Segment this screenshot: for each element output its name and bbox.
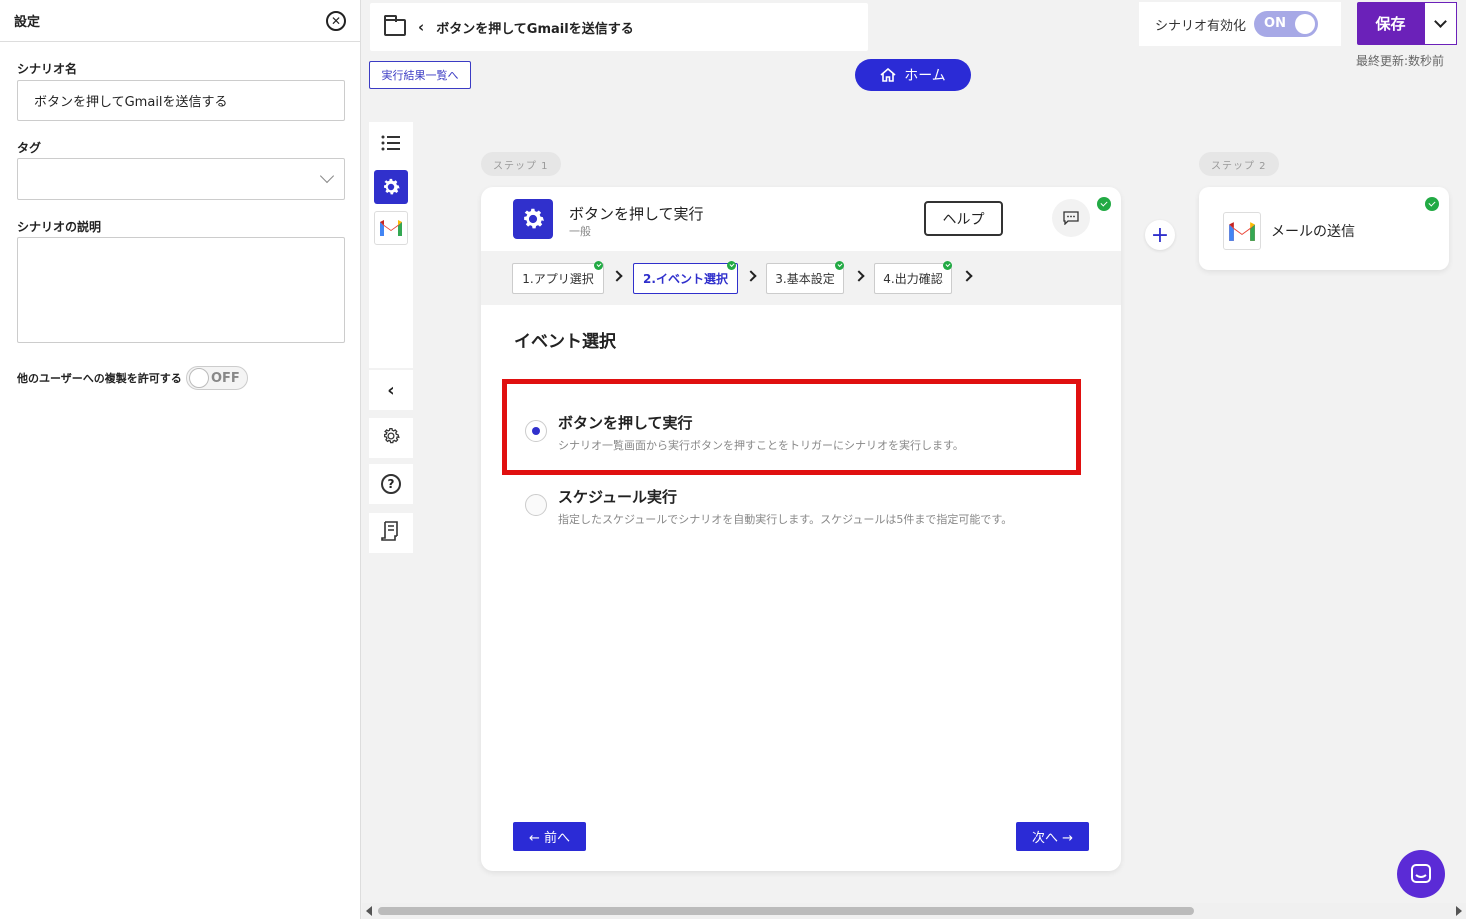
settings-header: 設定 ✕ xyxy=(0,0,360,42)
gear-icon xyxy=(374,170,408,204)
check-icon xyxy=(594,261,603,270)
comment-icon xyxy=(1063,211,1079,225)
description-textarea[interactable] xyxy=(17,237,345,343)
enable-label: シナリオ有効化 xyxy=(1155,18,1247,34)
card-title: ボタンを押して実行 xyxy=(569,205,704,223)
copy-permission-row: 他のユーザーへの複製を許可する OFF xyxy=(17,366,248,390)
gear-icon xyxy=(381,426,401,450)
scroll-right-icon[interactable] xyxy=(1456,906,1462,916)
tab-basic-settings[interactable]: 3.基本設定 xyxy=(766,263,844,294)
tab-output-check[interactable]: 4.出力確認 xyxy=(874,263,952,294)
scrollbar-thumb[interactable] xyxy=(378,907,1194,915)
help-button[interactable]: ヘルプ xyxy=(924,201,1003,236)
chevron-down-icon xyxy=(319,168,335,184)
home-button[interactable]: ホーム xyxy=(855,59,971,91)
chevron-left-icon: ‹ xyxy=(387,379,395,401)
copy-permission-label: 他のユーザーへの複製を許可する xyxy=(17,372,182,385)
tag-label: タグ xyxy=(17,141,42,155)
check-icon xyxy=(727,261,736,270)
chat-icon xyxy=(1411,864,1431,883)
scenario-title: ボタンを押してGmailを送信する xyxy=(436,21,634,37)
check-icon xyxy=(1425,197,1439,211)
scenario-name-label: シナリオ名 xyxy=(17,62,78,76)
step-2-tag: ステップ 2 xyxy=(1199,152,1279,176)
chevron-right-icon xyxy=(611,270,623,282)
save-dropdown-button[interactable] xyxy=(1424,2,1457,45)
tag-select[interactable] xyxy=(17,158,345,200)
settings-panel: 設定 ✕ シナリオ名 ボタンを押してGmailを送信する タグ シナリオの説明 … xyxy=(0,0,361,919)
settings-button[interactable] xyxy=(369,418,413,458)
option-title[interactable]: スケジュール実行 xyxy=(558,486,677,507)
gmail-icon xyxy=(374,211,408,245)
chevron-left-icon[interactable]: ‹ xyxy=(418,18,424,36)
step-1-tag: ステップ 1 xyxy=(481,152,561,176)
tab-event-select[interactable]: 2.イベント選択 xyxy=(633,263,738,294)
step-tabs: 1.アプリ選択 2.イベント選択 3.基本設定 4.出力確認 xyxy=(481,251,1121,305)
chevron-right-icon xyxy=(745,270,757,282)
help-button[interactable]: ? xyxy=(369,464,413,504)
scenario-name-input[interactable]: ボタンを押してGmailを送信する xyxy=(17,80,345,121)
close-icon[interactable]: ✕ xyxy=(326,10,346,31)
list-icon[interactable] xyxy=(374,126,408,160)
prev-button[interactable]: ← 前へ xyxy=(513,822,586,851)
section-title: イベント選択 xyxy=(514,332,616,352)
home-label: ホーム xyxy=(904,68,946,84)
radio-schedule[interactable] xyxy=(525,494,547,516)
description-label: シナリオの説明 xyxy=(17,220,102,234)
toggle-knob xyxy=(1295,14,1316,34)
toggle-knob xyxy=(188,368,209,388)
settings-title: 設定 xyxy=(14,15,41,30)
chevron-right-icon xyxy=(853,270,865,282)
next-button[interactable]: 次へ → xyxy=(1016,822,1089,851)
check-icon xyxy=(1097,197,1111,211)
collapse-button[interactable]: ‹ xyxy=(369,370,413,410)
horizontal-scrollbar[interactable] xyxy=(362,903,1466,919)
document-icon xyxy=(381,520,401,546)
tab-app-select[interactable]: 1.アプリ選択 xyxy=(512,263,604,294)
check-icon xyxy=(943,261,952,270)
add-step-button[interactable]: + xyxy=(1145,220,1175,250)
card-subtitle: 一般 xyxy=(569,225,591,238)
copy-permission-toggle[interactable]: OFF xyxy=(185,366,248,390)
last-updated-text: 最終更新:数秒前 xyxy=(1356,54,1445,68)
gear-icon xyxy=(513,199,553,239)
check-icon xyxy=(835,261,844,270)
home-icon xyxy=(880,68,896,82)
card-header: ボタンを押して実行 一般 ヘルプ xyxy=(481,187,1121,251)
gmail-icon xyxy=(1223,212,1261,250)
option-description: 指定したスケジュールでシナリオを自動実行します。スケジュールは5件まで指定可能で… xyxy=(558,513,1013,526)
enable-toggle[interactable]: ON xyxy=(1254,11,1319,37)
chevron-right-icon xyxy=(961,270,973,282)
question-icon: ? xyxy=(381,474,401,494)
toggle-state: OFF xyxy=(210,371,240,386)
results-list-link[interactable]: 実行結果一覧へ xyxy=(369,61,471,89)
toggle-state: ON xyxy=(1264,16,1286,31)
chat-button[interactable] xyxy=(1397,850,1445,898)
scroll-left-icon[interactable] xyxy=(366,906,372,916)
scenario-enable-box: シナリオ有効化 ON xyxy=(1139,2,1341,46)
radio-button-trigger[interactable] xyxy=(525,420,547,442)
log-button[interactable] xyxy=(369,513,413,553)
breadcrumb: ‹ ボタンを押してGmailを送信する xyxy=(370,3,868,51)
step-2-title: メールの送信 xyxy=(1271,224,1355,240)
toolbar-step-trigger[interactable] xyxy=(374,170,408,204)
folder-icon[interactable] xyxy=(384,14,406,36)
step-1-card: ボタンを押して実行 一般 ヘルプ 1.アプリ選択 2.イベント選択 3.基本設定… xyxy=(481,187,1121,871)
step-2-card[interactable]: メールの送信 xyxy=(1199,187,1449,270)
step-toolbar xyxy=(369,122,413,368)
option-title[interactable]: ボタンを押して実行 xyxy=(558,412,693,433)
option-description: シナリオ一覧画面から実行ボタンを押すことをトリガーにシナリオを実行します。 xyxy=(558,439,964,452)
save-button[interactable]: 保存 xyxy=(1357,2,1424,45)
chevron-down-icon xyxy=(1434,14,1447,28)
toolbar-step-gmail[interactable] xyxy=(374,211,408,245)
comment-button[interactable] xyxy=(1052,199,1090,237)
